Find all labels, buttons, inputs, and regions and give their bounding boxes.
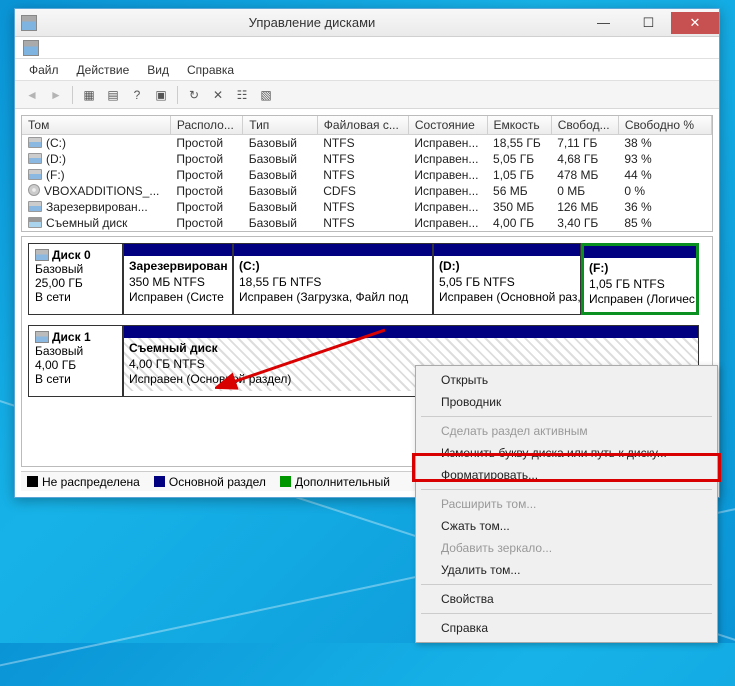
close-button[interactable]: ✕ <box>671 12 719 34</box>
menu-view[interactable]: Вид <box>139 61 177 79</box>
app-icon <box>21 15 37 31</box>
app-small-icon <box>23 40 39 56</box>
menu-file[interactable]: Файл <box>21 61 67 79</box>
titlebar[interactable]: Управление дисками — ☐ ✕ <box>15 9 719 37</box>
table-row[interactable]: VBOXADDITIONS_...ПростойБазовыйCDFSИспра… <box>22 183 712 199</box>
ctx-delete[interactable]: Удалить том... <box>419 559 714 581</box>
ctx-properties[interactable]: Свойства <box>419 588 714 610</box>
partition[interactable]: (F:)1,05 ГБ NTFSИсправен (Логичес <box>581 243 699 315</box>
partition-header <box>434 244 580 256</box>
partition[interactable]: Зарезервирован350 МБ NTFSИсправен (Систе <box>123 243 233 315</box>
volume-icon <box>28 153 42 164</box>
menu-action[interactable]: Действие <box>69 61 138 79</box>
delete-icon[interactable]: ✕ <box>207 84 229 106</box>
menubar: Файл Действие Вид Справка <box>15 59 719 81</box>
disk-label[interactable]: Диск 1Базовый4,00 ГБВ сети <box>28 325 123 397</box>
partition[interactable]: (D:)5,05 ГБ NTFSИсправен (Основной раз, <box>433 243 581 315</box>
disk-icon <box>35 249 49 261</box>
ctx-open[interactable]: Открыть <box>419 369 714 391</box>
partition-header <box>234 244 432 256</box>
legend-extended-label: Дополнительный <box>295 475 390 489</box>
action-icon[interactable]: ▧ <box>255 84 277 106</box>
back-button: ◄ <box>21 84 43 106</box>
ctx-change-letter[interactable]: Изменить букву диска или путь к диску... <box>419 442 714 464</box>
disk-icon <box>35 331 49 343</box>
volume-icon <box>28 184 40 196</box>
view-list-icon[interactable]: ▤ <box>102 84 124 106</box>
disk-row: Диск 0Базовый25,00 ГБВ сетиЗарезервирова… <box>28 243 706 315</box>
view-grid-icon[interactable]: ▦ <box>78 84 100 106</box>
partition[interactable]: (C:)18,55 ГБ NTFSИсправен (Загрузка, Фай… <box>233 243 433 315</box>
legend-unalloc-label: Не распределена <box>42 475 140 489</box>
forward-button: ► <box>45 84 67 106</box>
partition-header <box>584 246 696 258</box>
volume-icon <box>28 217 42 228</box>
disk-label[interactable]: Диск 0Базовый25,00 ГБВ сети <box>28 243 123 315</box>
legend-unalloc-swatch <box>27 476 38 487</box>
col-volume[interactable]: Том <box>22 116 170 135</box>
col-status[interactable]: Состояние <box>408 116 487 135</box>
col-fs[interactable]: Файловая с... <box>317 116 408 135</box>
col-type[interactable]: Тип <box>243 116 318 135</box>
refresh-icon[interactable]: ↻ <box>183 84 205 106</box>
context-menu: Открыть Проводник Сделать раздел активны… <box>415 365 718 643</box>
col-pct[interactable]: Свободно % <box>618 116 711 135</box>
volume-icon <box>28 201 42 212</box>
table-row[interactable]: (F:)ПростойБазовыйNTFSИсправен...1,05 ГБ… <box>22 167 712 183</box>
properties-icon[interactable]: ☷ <box>231 84 253 106</box>
help-icon[interactable]: ? <box>126 84 148 106</box>
ctx-extend: Расширить том... <box>419 493 714 515</box>
col-layout[interactable]: Располо... <box>170 116 242 135</box>
col-capacity[interactable]: Емкость <box>487 116 551 135</box>
ctx-shrink[interactable]: Сжать том... <box>419 515 714 537</box>
col-free[interactable]: Свобод... <box>551 116 618 135</box>
window-title: Управление дисками <box>43 15 581 30</box>
volume-icon <box>28 137 42 148</box>
table-row[interactable]: Зарезервирован...ПростойБазовыйNTFSИспра… <box>22 199 712 215</box>
table-row[interactable]: (C:)ПростойБазовыйNTFSИсправен...18,55 Г… <box>22 135 712 152</box>
minimize-button[interactable]: — <box>581 12 626 34</box>
table-row[interactable]: Съемный дискПростойБазовыйNTFSИсправен..… <box>22 215 712 231</box>
ctx-mirror: Добавить зеркало... <box>419 537 714 559</box>
partition-header <box>124 326 698 338</box>
maximize-button[interactable]: ☐ <box>626 12 671 34</box>
settings-icon[interactable]: ▣ <box>150 84 172 106</box>
partition-header <box>124 244 232 256</box>
legend-primary-swatch <box>154 476 165 487</box>
legend-primary-label: Основной раздел <box>169 475 266 489</box>
volume-table: Том Располо... Тип Файловая с... Состоян… <box>21 115 713 232</box>
legend-extended-swatch <box>280 476 291 487</box>
ctx-help[interactable]: Справка <box>419 617 714 639</box>
volume-icon <box>28 169 42 180</box>
menu-help[interactable]: Справка <box>179 61 242 79</box>
ctx-format[interactable]: Форматировать... <box>419 464 714 486</box>
ctx-explorer[interactable]: Проводник <box>419 391 714 413</box>
table-row[interactable]: (D:)ПростойБазовыйNTFSИсправен...5,05 ГБ… <box>22 151 712 167</box>
toolbar: ◄ ► ▦ ▤ ? ▣ ↻ ✕ ☷ ▧ <box>15 81 719 109</box>
ctx-make-active: Сделать раздел активным <box>419 420 714 442</box>
